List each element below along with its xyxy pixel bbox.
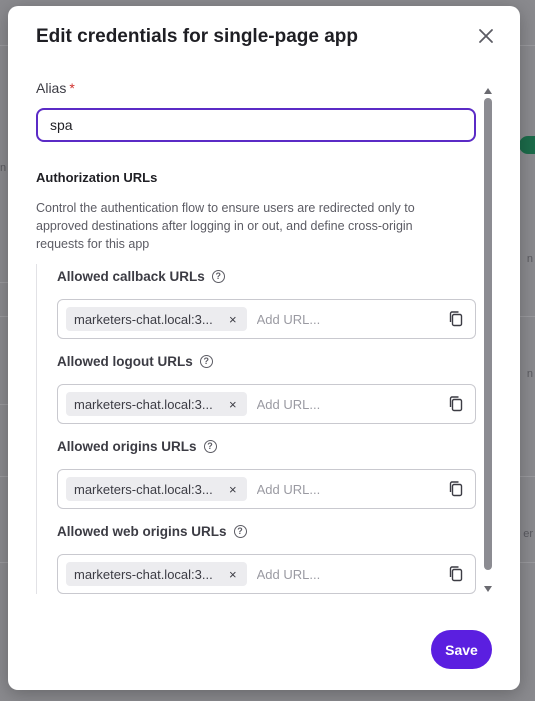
bg-divider — [520, 562, 535, 563]
origins-urls-field[interactable]: marketers-chat.local:3... × — [57, 469, 476, 509]
alias-label: Alias * — [36, 80, 75, 96]
copy-icon — [449, 566, 463, 582]
bg-divider — [520, 45, 535, 46]
callback-urls-label: Allowed callback URLs ? — [57, 269, 225, 284]
bg-divider — [0, 562, 8, 563]
chip-remove-button[interactable]: × — [227, 312, 239, 327]
dialog-scrollbar[interactable] — [482, 84, 494, 592]
add-web-origins-url-input[interactable] — [254, 565, 409, 583]
bg-status-check — [519, 136, 535, 154]
close-icon — [479, 29, 493, 43]
copy-button[interactable] — [447, 565, 465, 583]
dialog-title: Edit credentials for single-page app — [36, 26, 359, 47]
add-logout-url-input[interactable] — [254, 395, 409, 413]
edit-credentials-dialog: Edit credentials for single-page app Ali… — [8, 6, 520, 690]
callback-urls-field[interactable]: marketers-chat.local:3... × — [57, 299, 476, 339]
scrollbar-thumb[interactable] — [484, 98, 492, 570]
bg-divider — [0, 404, 8, 405]
help-circle-icon[interactable]: ? — [211, 270, 225, 283]
bg-text-fragment: n — [526, 253, 533, 265]
bg-divider — [520, 476, 535, 477]
chip-remove-button[interactable]: × — [227, 397, 239, 412]
help-circle-icon[interactable]: ? — [203, 440, 217, 453]
bg-divider — [0, 316, 8, 317]
chip-remove-button[interactable]: × — [227, 482, 239, 497]
url-chip: marketers-chat.local:3... × — [66, 477, 247, 501]
bg-divider — [0, 45, 8, 46]
add-origins-url-input[interactable] — [254, 480, 409, 498]
bg-divider — [0, 476, 8, 477]
url-chip-text: marketers-chat.local:3... — [74, 396, 213, 412]
scroll-up-arrow-icon[interactable] — [484, 88, 492, 94]
logout-urls-label-text: Allowed logout URLs — [57, 354, 193, 369]
url-chip-text: marketers-chat.local:3... — [74, 481, 213, 497]
alias-label-text: Alias — [36, 80, 67, 96]
copy-button[interactable] — [447, 395, 465, 413]
bg-text-fragment: n — [0, 162, 7, 174]
close-button[interactable] — [474, 24, 498, 48]
copy-button[interactable] — [447, 310, 465, 328]
url-chip: marketers-chat.local:3... × — [66, 307, 247, 331]
add-callback-url-input[interactable] — [254, 310, 409, 328]
alias-input[interactable] — [36, 108, 476, 142]
url-chip-text: marketers-chat.local:3... — [74, 311, 213, 327]
copy-button[interactable] — [447, 480, 465, 498]
web-origins-urls-label: Allowed web origins URLs ? — [57, 524, 247, 539]
logout-urls-label: Allowed logout URLs ? — [57, 354, 213, 369]
bg-text-fragment: n — [526, 368, 533, 380]
web-origins-urls-label-text: Allowed web origins URLs — [57, 524, 227, 539]
bg-divider — [520, 316, 535, 317]
save-button[interactable]: Save — [431, 630, 492, 669]
help-circle-icon[interactable]: ? — [233, 525, 247, 538]
scroll-down-arrow-icon[interactable] — [484, 586, 492, 592]
copy-icon — [449, 396, 463, 412]
logout-urls-field[interactable]: marketers-chat.local:3... × — [57, 384, 476, 424]
origins-urls-label: Allowed origins URLs ? — [57, 439, 217, 454]
web-origins-urls-field[interactable]: marketers-chat.local:3... × — [57, 554, 476, 594]
chip-remove-button[interactable]: × — [227, 567, 239, 582]
help-circle-icon[interactable]: ? — [199, 355, 213, 368]
authorization-urls-description: Control the authentication flow to ensur… — [36, 201, 415, 251]
url-chip-text: marketers-chat.local:3... — [74, 566, 213, 582]
section-indent-rail — [36, 264, 37, 594]
callback-urls-label-text: Allowed callback URLs — [57, 269, 205, 284]
url-chip: marketers-chat.local:3... × — [66, 562, 247, 586]
bg-divider — [0, 282, 8, 283]
origins-urls-label-text: Allowed origins URLs — [57, 439, 197, 454]
bg-text-fragment: er — [523, 528, 533, 540]
copy-icon — [449, 481, 463, 497]
url-chip: marketers-chat.local:3... × — [66, 392, 247, 416]
authorization-urls-heading: Authorization URLs — [36, 170, 158, 185]
required-marker: * — [69, 80, 75, 96]
copy-icon — [449, 311, 463, 327]
